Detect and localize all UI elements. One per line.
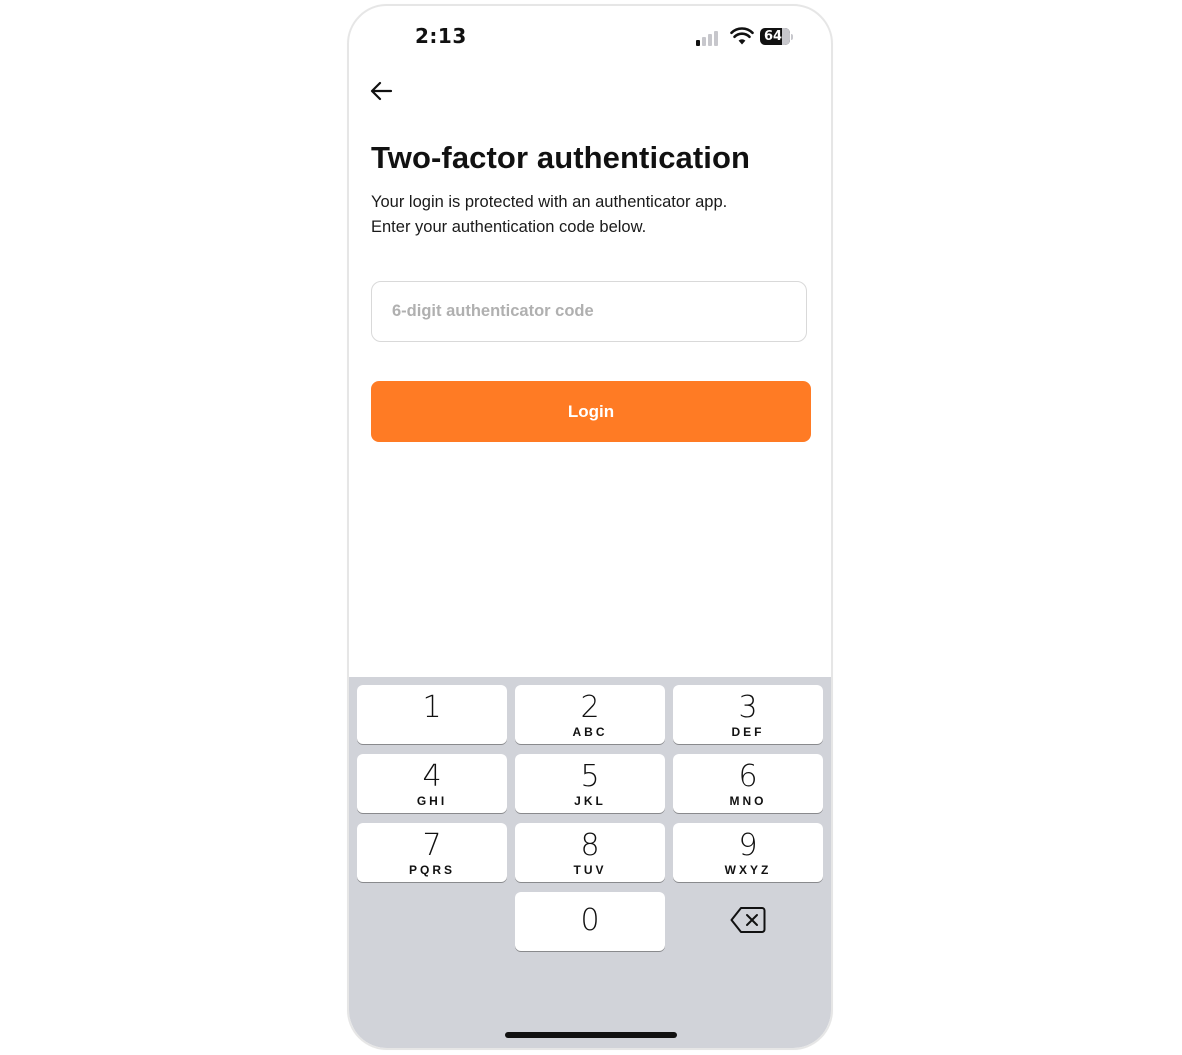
key-5[interactable]: 5 JKL <box>515 754 665 813</box>
key-7[interactable]: 7 PQRS <box>357 823 507 882</box>
battery-icon: 64 <box>760 28 790 45</box>
back-arrow-icon[interactable] <box>367 76 397 106</box>
key-digit: 6 <box>738 759 758 794</box>
key-letters: JKL <box>574 794 606 808</box>
signal-icon <box>696 30 722 46</box>
key-3[interactable]: 3 DEF <box>673 685 823 744</box>
key-digit: 7 <box>422 828 442 863</box>
key-2[interactable]: 2 ABC <box>515 685 665 744</box>
page-title: Two-factor authentication <box>371 140 751 175</box>
phone-frame: 2:13 64 Two-factor authentication Your l… <box>347 4 833 1050</box>
key-digit: 5 <box>580 759 600 794</box>
key-digit: 8 <box>580 828 600 863</box>
key-letters: PQRS <box>408 863 455 877</box>
key-9[interactable]: 9 WXYZ <box>673 823 823 882</box>
status-time: 2:13 <box>415 24 467 48</box>
home-indicator <box>505 1032 677 1038</box>
key-digit: 9 <box>738 828 758 863</box>
key-0[interactable]: 0 <box>515 892 665 951</box>
key-letters: WXYZ <box>724 863 772 877</box>
battery-level: 64 <box>764 29 783 44</box>
key-letters: DEF <box>731 725 765 739</box>
key-digit: 2 <box>580 690 600 725</box>
key-digit: 0 <box>580 903 600 938</box>
key-letters: GHI <box>416 794 448 808</box>
login-button[interactable]: Login <box>371 381 811 442</box>
key-letters: MNO <box>729 794 767 808</box>
authenticator-code-input[interactable] <box>371 281 807 342</box>
key-4[interactable]: 4 GHI <box>357 754 507 813</box>
backspace-icon[interactable] <box>730 906 766 934</box>
key-8[interactable]: 8 TUV <box>515 823 665 882</box>
key-letters: ABC <box>572 725 608 739</box>
key-6[interactable]: 6 MNO <box>673 754 823 813</box>
subtitle-line-2: Enter your authentication code below. <box>371 218 647 236</box>
key-digit: 4 <box>422 759 442 794</box>
numeric-keypad: 1 2 ABC 3 DEF 4 GHI 5 JKL 6 MNO 7 PQRS 8 <box>349 677 831 1048</box>
key-digit: 1 <box>422 690 442 725</box>
key-1[interactable]: 1 <box>357 685 507 744</box>
key-digit: 3 <box>738 690 758 725</box>
wifi-icon <box>730 27 754 45</box>
key-letters: TUV <box>573 863 607 877</box>
page-subtitle: Your login is protected with an authenti… <box>371 190 811 240</box>
subtitle-line-1: Your login is protected with an authenti… <box>371 193 728 211</box>
battery-cap <box>791 34 793 40</box>
